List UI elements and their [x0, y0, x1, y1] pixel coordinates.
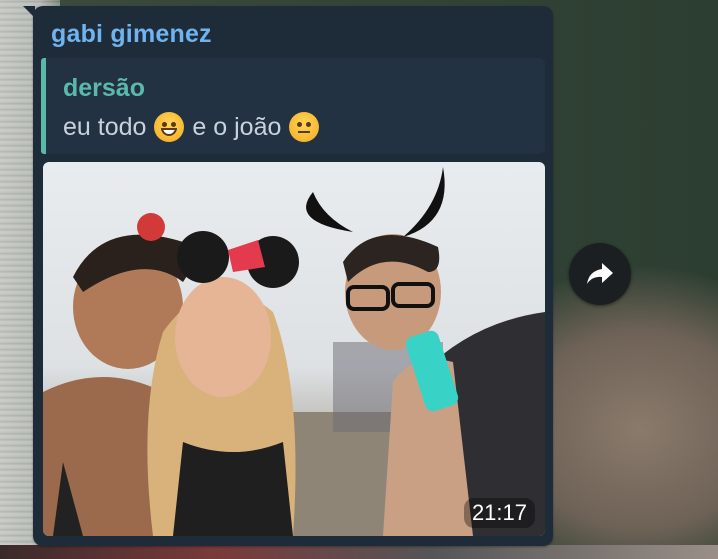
neutral-face-icon	[289, 112, 320, 142]
person-middle-top	[173, 442, 293, 536]
message-bubble[interactable]: gabi gimenez dersão eu todo e o joão 21:…	[23, 6, 553, 546]
reply-text: eu todo e o joão	[63, 112, 320, 142]
reply-quote[interactable]: dersão eu todo e o joão	[41, 58, 545, 154]
minnie-ear-left	[177, 231, 229, 283]
horn-right	[403, 167, 445, 237]
horn-left	[306, 192, 353, 232]
wallpaper-bottom-band	[0, 545, 718, 559]
forward-arrow-icon	[587, 263, 613, 284]
reply-text-part-2: e o joão	[192, 112, 282, 141]
message-photo[interactable]: 21:17	[43, 162, 545, 536]
person-middle-face	[175, 277, 271, 397]
grinning-face-icon	[154, 112, 185, 142]
reply-text-part-1: eu todo	[63, 112, 147, 141]
reply-author: dersão	[63, 74, 145, 102]
person-left-ear-accessory	[137, 213, 165, 241]
reply-accent-bar	[41, 58, 46, 154]
sender-name[interactable]: gabi gimenez	[51, 20, 212, 49]
forward-button[interactable]	[569, 243, 631, 305]
selfie-photo-illustration	[43, 167, 545, 536]
message-time: 21:17	[463, 498, 535, 528]
